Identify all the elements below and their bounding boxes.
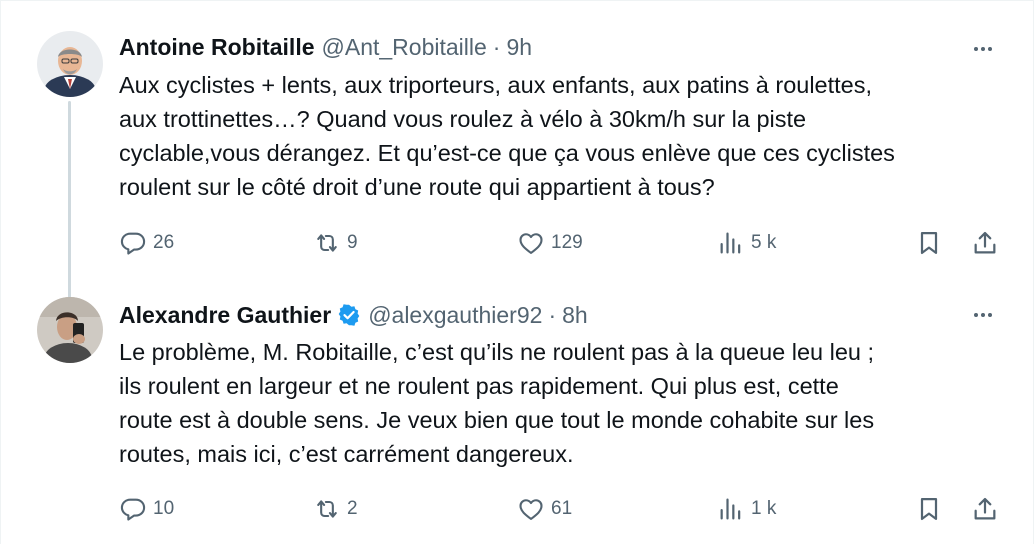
share-icon (974, 231, 996, 254)
repost-icon (317, 234, 337, 252)
author-handle[interactable]: @alexgauthier92 (368, 302, 542, 329)
tweet-actions: 26 9 129 5 k (119, 228, 999, 258)
like-button[interactable]: 129 (517, 228, 583, 258)
avatar[interactable] (37, 297, 103, 363)
bookmark-icon (920, 231, 938, 255)
avatar-photo (37, 31, 103, 97)
reply-icon (120, 498, 146, 521)
share-icon (974, 497, 996, 520)
author-name[interactable]: Antoine Robitaille (119, 34, 315, 61)
author-handle[interactable]: @Ant_Robitaille (322, 34, 487, 61)
reply-count: 26 (153, 232, 175, 253)
separator-dot: · (492, 33, 501, 60)
views-count: 1 k (751, 498, 777, 519)
more-options-button[interactable] (971, 303, 995, 327)
reply-button[interactable]: 10 (119, 494, 174, 524)
tweet-header: Antoine Robitaille @Ant_Robitaille · 9h (119, 32, 532, 62)
bookmark-button[interactable] (915, 228, 943, 258)
like-count: 61 (551, 498, 573, 519)
tweet-text: Le problème, M. Robitaille, c’est qu’ils… (119, 339, 875, 467)
tweet[interactable]: Alexandre Gauthier @alexgauthier92 · 8h … (1, 297, 1034, 544)
more-icon (974, 313, 992, 317)
share-button[interactable] (971, 228, 999, 258)
author-name[interactable]: Alexandre Gauthier (119, 302, 331, 329)
bookmark-icon (920, 497, 938, 521)
reply-icon (120, 232, 146, 255)
reply-count: 10 (153, 498, 175, 519)
share-button[interactable] (971, 494, 999, 524)
repost-button[interactable]: 2 (313, 494, 358, 524)
tweet-timestamp[interactable]: 8h (562, 302, 588, 329)
like-icon (519, 233, 543, 254)
like-icon (519, 499, 543, 520)
verified-badge (337, 303, 361, 327)
repost-count: 2 (347, 498, 358, 519)
bookmark-button[interactable] (915, 494, 943, 524)
avatar[interactable] (37, 31, 103, 97)
repost-button[interactable]: 9 (313, 228, 358, 258)
more-icon (974, 47, 992, 51)
tweet-actions: 10 2 61 1 k (119, 494, 999, 524)
avatar-photo (37, 297, 103, 363)
tweet-timestamp[interactable]: 9h (506, 34, 532, 61)
like-button[interactable]: 61 (517, 494, 572, 524)
reply-button[interactable]: 26 (119, 228, 174, 258)
repost-count: 9 (347, 232, 358, 253)
tweet-text: Aux cyclistes + lents, aux triporteurs, … (119, 72, 895, 200)
tweet[interactable]: Antoine Robitaille @Ant_Robitaille · 9h … (1, 1, 1034, 297)
views-button[interactable]: 1 k (717, 494, 776, 524)
views-button[interactable]: 5 k (717, 228, 776, 258)
more-options-button[interactable] (971, 37, 995, 61)
like-count: 129 (551, 232, 583, 253)
tweet-header: Alexandre Gauthier @alexgauthier92 · 8h (119, 300, 588, 330)
views-icon (720, 498, 741, 520)
separator-dot: · (548, 301, 557, 328)
views-count: 5 k (751, 232, 777, 253)
conversation-thread: Antoine Robitaille @Ant_Robitaille · 9h … (0, 0, 1034, 544)
repost-icon (317, 500, 337, 518)
verified-badge-icon (338, 304, 360, 326)
views-icon (720, 232, 741, 254)
